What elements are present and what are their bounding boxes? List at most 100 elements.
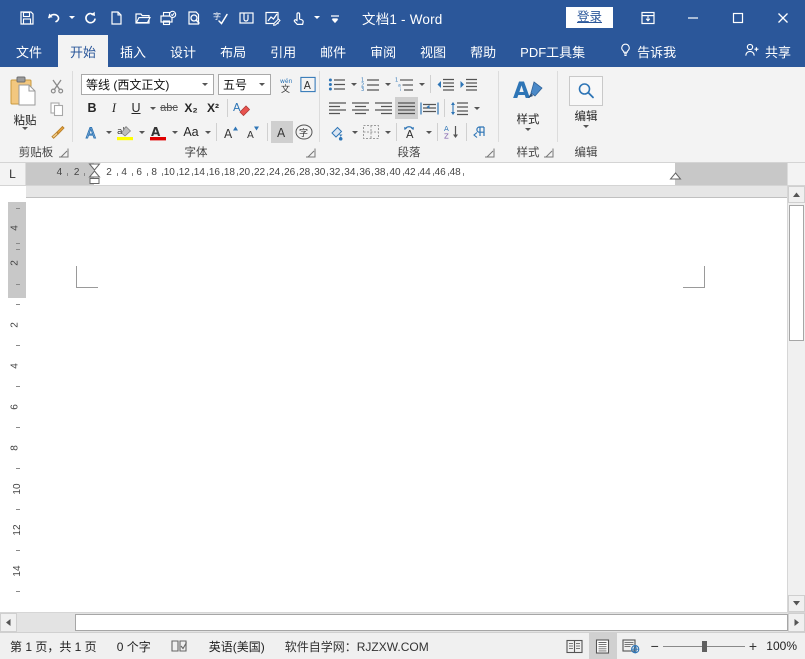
styles-button[interactable]: A 样式 — [504, 72, 552, 131]
paragraph-dialog-launcher-icon[interactable] — [484, 148, 495, 159]
touch-mode-dropdown-icon[interactable] — [311, 5, 322, 31]
tab-file[interactable]: 文件 — [0, 35, 58, 67]
enclose-characters-button[interactable]: 字 — [293, 121, 315, 143]
tab-pdf-tools[interactable]: PDF工具集 — [508, 35, 597, 67]
vertical-scrollbar[interactable] — [787, 186, 805, 612]
borders-dropdown-icon[interactable] — [382, 121, 393, 143]
vertical-scroll-thumb[interactable] — [789, 205, 804, 341]
save-icon[interactable] — [14, 5, 40, 31]
sign-in-button[interactable]: 登录 — [566, 7, 613, 28]
attach-file-icon[interactable] — [233, 5, 259, 31]
styles-dialog-launcher-icon[interactable] — [543, 148, 554, 159]
multilevel-list-button[interactable]: 1ai — [393, 73, 416, 95]
highlight-color-button[interactable]: ab — [114, 121, 136, 143]
tab-layout[interactable]: 布局 — [208, 35, 258, 67]
show-formatting-marks-button[interactable] — [470, 121, 492, 143]
styles-dropdown-icon[interactable] — [525, 128, 531, 131]
change-case-button[interactable]: Aa — [180, 121, 202, 143]
font-name-dropdown-icon[interactable] — [198, 83, 211, 86]
align-left-button[interactable] — [326, 97, 349, 119]
tab-help[interactable]: 帮助 — [458, 35, 508, 67]
zoom-handle[interactable] — [702, 641, 707, 652]
maximize-icon[interactable] — [715, 0, 760, 35]
grow-font-button[interactable]: A — [220, 121, 242, 143]
horizontal-scrollbar[interactable] — [0, 612, 805, 632]
copy-button[interactable] — [46, 98, 68, 120]
strikethrough-button[interactable]: abc — [158, 97, 180, 119]
decrease-indent-button[interactable] — [434, 73, 457, 95]
open-folder-icon[interactable] — [129, 5, 155, 31]
line-spacing-dropdown-icon[interactable] — [471, 97, 482, 119]
page-count[interactable]: 第 1 页，共 1 页 — [0, 633, 107, 659]
line-spacing-button[interactable] — [448, 97, 471, 119]
bullets-button[interactable] — [326, 73, 348, 95]
new-document-icon[interactable] — [103, 5, 129, 31]
italic-button[interactable]: I — [103, 97, 125, 119]
format-painter-button[interactable] — [46, 121, 68, 143]
proofing-errors-icon[interactable] — [161, 633, 199, 659]
scroll-left-arrow-icon[interactable] — [0, 613, 17, 632]
paste-dropdown-icon[interactable] — [22, 127, 28, 130]
scroll-up-arrow-icon[interactable] — [788, 186, 805, 203]
tab-mailings[interactable]: 邮件 — [308, 35, 358, 67]
chinese-layout-button[interactable]: A — [400, 121, 423, 143]
superscript-button[interactable]: X² — [202, 97, 224, 119]
underline-button[interactable]: U — [125, 97, 147, 119]
tab-review[interactable]: 审阅 — [358, 35, 408, 67]
bullets-dropdown-icon[interactable] — [348, 73, 359, 95]
undo-dropdown-icon[interactable] — [66, 5, 77, 31]
scroll-down-arrow-icon[interactable] — [788, 595, 805, 612]
cut-button[interactable] — [46, 75, 68, 97]
shading-button[interactable] — [326, 121, 349, 143]
zoom-slider[interactable]: − + — [645, 638, 763, 654]
paste-button[interactable]: 粘贴 — [4, 72, 46, 143]
change-case-dropdown-icon[interactable] — [202, 121, 213, 143]
tab-home[interactable]: 开始 — [58, 35, 108, 67]
justify-button[interactable] — [395, 97, 418, 119]
redo-icon[interactable] — [77, 5, 103, 31]
borders-button[interactable] — [360, 121, 382, 143]
spelling-grammar-icon[interactable]: 字 — [207, 5, 233, 31]
chinese-layout-dropdown-icon[interactable] — [423, 121, 434, 143]
share-button[interactable]: 共享 — [744, 35, 791, 67]
tab-view[interactable]: 视图 — [408, 35, 458, 67]
font-dialog-launcher-icon[interactable] — [305, 148, 316, 159]
text-effects-button[interactable]: A — [81, 121, 103, 143]
numbering-dropdown-icon[interactable] — [382, 73, 393, 95]
tab-insert[interactable]: 插入 — [108, 35, 158, 67]
numbering-button[interactable]: 123 — [359, 73, 382, 95]
touch-mode-icon[interactable] — [285, 5, 311, 31]
bold-button[interactable]: B — [81, 97, 103, 119]
left-indent-marker[interactable] — [88, 163, 101, 185]
horizontal-scroll-thumb[interactable] — [75, 614, 788, 631]
multilevel-list-dropdown-icon[interactable] — [416, 73, 427, 95]
tell-me-box[interactable]: 告诉我 — [607, 35, 688, 67]
read-mode-icon[interactable] — [561, 633, 589, 659]
zoom-out-button[interactable]: − — [651, 638, 659, 654]
quick-print-icon[interactable] — [155, 5, 181, 31]
zoom-in-button[interactable]: + — [749, 638, 757, 654]
editing-button[interactable]: 编辑 — [562, 72, 610, 128]
vertical-ruler[interactable]: 422468101214 — [0, 186, 26, 612]
clipboard-dialog-launcher-icon[interactable] — [58, 148, 69, 159]
print-layout-icon[interactable] — [589, 633, 617, 659]
font-color-dropdown-icon[interactable] — [169, 121, 180, 143]
document-page[interactable] — [26, 186, 787, 612]
shading-dropdown-icon[interactable] — [349, 121, 360, 143]
shrink-font-button[interactable]: A — [242, 121, 264, 143]
language-indicator[interactable]: 英语(美国) — [199, 633, 275, 659]
font-size-combobox[interactable]: 五号 — [218, 74, 271, 95]
close-icon[interactable] — [760, 0, 805, 35]
tab-references[interactable]: 引用 — [258, 35, 308, 67]
align-right-button[interactable] — [372, 97, 395, 119]
edit-chart-icon[interactable] — [259, 5, 285, 31]
minimize-icon[interactable] — [670, 0, 715, 35]
right-indent-marker[interactable] — [669, 172, 682, 185]
phonetic-guide-button[interactable]: wén文 — [275, 73, 297, 95]
scroll-right-arrow-icon[interactable] — [788, 613, 805, 632]
increase-indent-button[interactable] — [457, 73, 480, 95]
ribbon-display-options-icon[interactable] — [625, 0, 670, 35]
undo-icon[interactable] — [40, 5, 66, 31]
font-color-button[interactable]: A — [147, 121, 169, 143]
align-center-button[interactable] — [349, 97, 372, 119]
